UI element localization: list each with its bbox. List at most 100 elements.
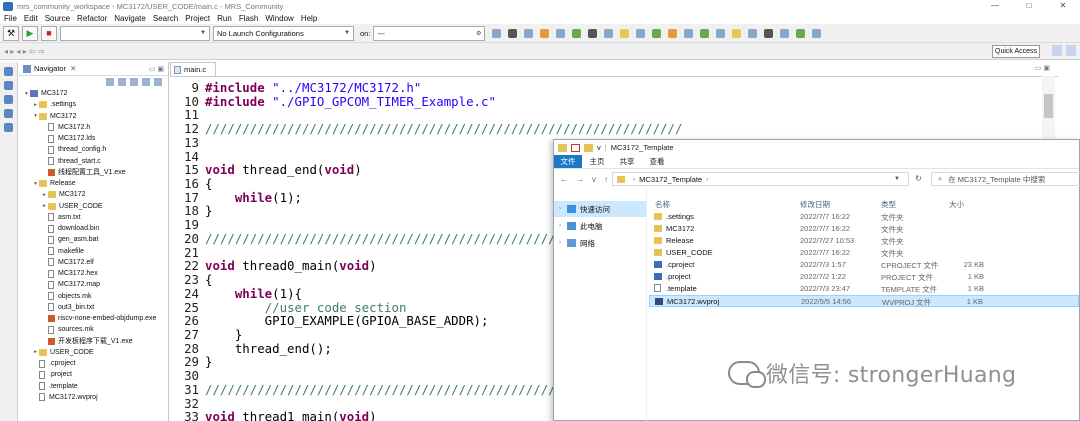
expand-arrow-icon[interactable]: › — [559, 223, 567, 229]
settings-icon[interactable] — [748, 28, 758, 38]
tree-item[interactable]: out3_bin.txt — [41, 302, 94, 313]
menu-search[interactable]: Search — [153, 14, 178, 23]
recent-locations-button[interactable]: v — [592, 175, 596, 184]
menu-navigate[interactable]: Navigate — [114, 14, 146, 23]
launch-config-select[interactable]: No Launch Configurations ▼ — [213, 25, 354, 41]
tree-item[interactable]: download.bin — [41, 223, 99, 234]
minimize-maximize-icon[interactable]: ▭ ▣ — [1035, 64, 1050, 72]
tree-item[interactable]: gen_asm.bat — [41, 234, 98, 245]
menu-source[interactable]: Source — [45, 14, 70, 23]
column-size[interactable]: 大小 — [949, 199, 964, 210]
tree-item[interactable]: objects.mk — [41, 291, 91, 302]
build-config-icon[interactable] — [540, 28, 550, 38]
tree-item[interactable]: ▸ MC3172 — [41, 189, 85, 200]
launch-target-select[interactable]: --- ⚙ — [373, 25, 486, 41]
stop-button[interactable]: ■ — [41, 25, 57, 41]
save-icon[interactable] — [508, 28, 518, 38]
expand-arrow-icon[interactable]: › — [559, 240, 567, 246]
tree-item[interactable]: asm.txt — [41, 212, 81, 223]
expanded-chevron-icon[interactable]: ▾ — [32, 181, 39, 187]
view-menu-icon[interactable] — [154, 78, 162, 86]
file-row[interactable]: .settings 2022/7/7 16:22 文件夹 — [649, 211, 1079, 223]
problems-icon[interactable] — [4, 123, 13, 132]
debug-icon[interactable] — [588, 28, 598, 38]
minimize-maximize-icon[interactable]: ▭ ▣ — [149, 65, 164, 73]
menu-edit[interactable]: Edit — [24, 14, 38, 23]
tree-item[interactable]: MC3172.hex — [41, 268, 98, 279]
file-row[interactable]: .template 2022/7/3 23:47 TEMPLATE 文件 1 KB — [649, 283, 1079, 295]
tree-item[interactable]: thread_start.c — [41, 156, 101, 167]
terminal-icon[interactable] — [604, 28, 614, 38]
menu-run[interactable]: Run — [217, 14, 232, 23]
column-name[interactable]: 名称 — [655, 199, 670, 210]
maximize-button[interactable]: □ — [1012, 0, 1046, 12]
search-input[interactable]: ⌕ 在 MC3172_Template 中搜索 — [931, 172, 1080, 186]
menu-project[interactable]: Project — [185, 14, 210, 23]
collapse-all-icon[interactable] — [130, 78, 138, 86]
file-row[interactable]: Release 2022/7/27 10:53 文件夹 — [649, 235, 1079, 247]
expand-arrow-icon[interactable]: › — [559, 206, 567, 212]
tree-item[interactable]: .cproject — [32, 358, 75, 369]
menu-window[interactable]: Window — [265, 14, 293, 23]
file-row[interactable]: MC3172 2022/7/7 16:22 文件夹 — [649, 223, 1079, 235]
file-row[interactable]: MC3172.wvproj 2022/5/5 14:56 WVPROJ 文件 1 KB — [649, 295, 1079, 307]
back-icon[interactable] — [106, 78, 114, 86]
expanded-chevron-icon[interactable]: ▾ — [23, 91, 30, 97]
expanded-chevron-icon[interactable]: ▾ — [32, 113, 39, 119]
ribbon-tab-share[interactable]: 共享 — [612, 155, 642, 168]
collapsed-chevron-icon[interactable]: ▸ — [41, 203, 48, 209]
link-editor-icon[interactable] — [142, 78, 150, 86]
nav-pane-item[interactable]: › 网络 — [554, 235, 646, 251]
launch-mode-select[interactable]: ▼ — [60, 25, 210, 41]
nav-pane-item[interactable]: › 快速访问 — [554, 201, 646, 217]
collapsed-chevron-icon[interactable]: ▸ — [32, 349, 39, 355]
tree-item[interactable]: .template — [32, 381, 78, 392]
launch-button[interactable]: ▶ — [22, 25, 38, 41]
chevron-down-icon[interactable]: ▼ — [894, 172, 900, 186]
ribbon-tab-home[interactable]: 主页 — [582, 155, 612, 168]
column-date[interactable]: 修改日期 — [800, 199, 830, 210]
tree-item[interactable]: thread_config.h — [41, 144, 106, 155]
back-button[interactable]: ← — [560, 175, 568, 184]
search-icon[interactable] — [620, 28, 630, 38]
editor-tab-main-c[interactable]: main.c — [170, 62, 216, 76]
folder-icon[interactable] — [732, 28, 742, 38]
up-button[interactable]: ↑ — [604, 175, 608, 184]
refresh-icon[interactable]: ↻ — [911, 172, 926, 186]
tree-item[interactable]: makefile — [41, 246, 84, 257]
ribbon-tab-file[interactable]: 文件 — [554, 155, 582, 168]
close-window-button[interactable]: ✕ — [1046, 0, 1080, 12]
save-all-icon[interactable] — [524, 28, 534, 38]
navigator-tab[interactable]: Navigator ✕ ▭ ▣ — [19, 62, 168, 76]
column-type[interactable]: 类型 — [881, 199, 896, 210]
tree-item[interactable]: 线程配置工具_V1.exe — [41, 167, 126, 178]
marker-icon[interactable] — [764, 28, 774, 38]
new-folder-icon[interactable] — [584, 143, 593, 152]
menu-help[interactable]: Help — [301, 14, 317, 23]
nav-pane-item[interactable]: › 此电脑 — [554, 218, 646, 234]
address-box[interactable]: › MC3172_Template › — [612, 172, 909, 186]
minimize-button[interactable]: — — [978, 0, 1012, 12]
close-icon[interactable]: ✕ — [70, 64, 76, 73]
console-icon[interactable] — [4, 109, 13, 118]
quick-access-input[interactable]: Quick Access — [992, 45, 1040, 58]
tree-item[interactable]: 开发板程序下载_V1.exe — [41, 336, 133, 347]
tree-item[interactable]: ▾ MC3172 — [23, 88, 67, 99]
menu-file[interactable]: File — [4, 14, 17, 23]
properties-icon[interactable] — [571, 143, 580, 152]
scrollbar-thumb[interactable] — [1044, 94, 1053, 118]
edit-icon[interactable] — [780, 28, 790, 38]
tree-item[interactable]: ▸ USER_CODE — [41, 201, 103, 212]
tree-item[interactable]: .project — [32, 369, 72, 380]
collapsed-chevron-icon[interactable]: ▸ — [32, 102, 39, 108]
build-all-icon[interactable] — [556, 28, 566, 38]
forward-button[interactable]: → — [576, 175, 584, 184]
refresh-icon[interactable] — [796, 28, 806, 38]
link-icon[interactable] — [812, 28, 822, 38]
tree-item[interactable]: MC3172.elf — [41, 257, 94, 268]
tree-item[interactable]: riscv-none-embed-objdump.exe — [41, 313, 156, 324]
file-row[interactable]: .project 2022/7/2 1:22 PROJECT 文件 1 KB — [649, 271, 1079, 283]
menu-refactor[interactable]: Refactor — [77, 14, 107, 23]
file-row[interactable]: USER_CODE 2022/7/7 16:22 文件夹 — [649, 247, 1079, 259]
tree-item[interactable]: MC3172.lds — [41, 133, 95, 144]
